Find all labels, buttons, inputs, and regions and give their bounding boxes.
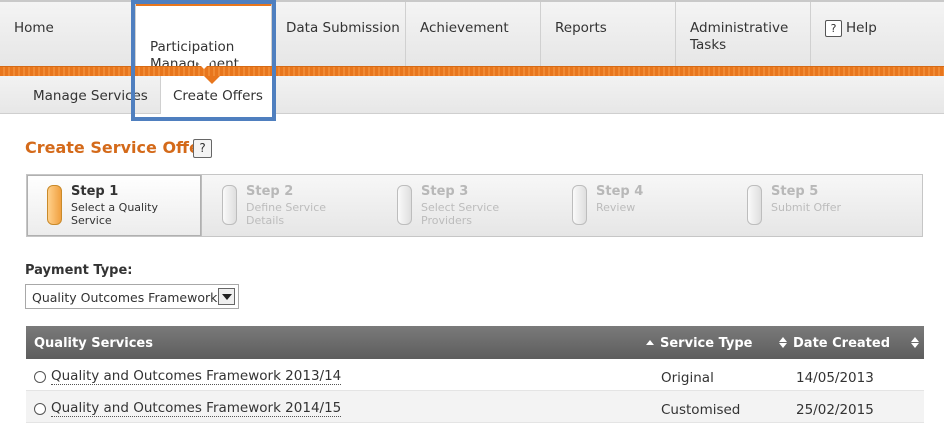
nav-tab-label: Data Submission — [286, 20, 400, 36]
nav-tab-label: Home — [14, 20, 54, 36]
payment-type-label: Payment Type: — [25, 263, 133, 278]
step-title: Step 1 — [71, 184, 119, 199]
service-type-cell: Original — [661, 370, 714, 386]
column-header-label: Date Created — [793, 336, 890, 351]
column-header-service-type[interactable]: Service Type — [646, 336, 753, 351]
nav-tab-achievement[interactable]: Achievement — [406, 2, 541, 68]
step-title: Step 2 — [246, 184, 294, 199]
column-header-date-created[interactable]: Date Created — [779, 336, 890, 351]
service-type-cell: Customised — [661, 402, 741, 418]
step-subtitle: Review — [596, 201, 636, 214]
row-radio-button[interactable] — [34, 403, 46, 415]
service-name-link[interactable]: Quality and Outcomes Framework 2013/14 — [51, 369, 342, 385]
wizard-step-2: Step 2 Define Service Details — [202, 175, 377, 236]
step-indicator-icon — [572, 185, 587, 225]
sort-icon — [911, 337, 919, 348]
step-title: Step 4 — [596, 184, 644, 199]
active-tab-pointer — [195, 60, 213, 69]
step-indicator-icon — [397, 185, 412, 225]
step-subtitle: Submit Offer — [771, 201, 842, 214]
sub-nav: Manage Services Create Offers — [0, 76, 944, 114]
date-created-cell: 14/05/2013 — [796, 370, 874, 386]
wizard-step-4: Step 4 Review — [552, 175, 727, 236]
step-title: Step 5 — [771, 184, 819, 199]
step-subtitle: Define Service Details — [246, 201, 327, 227]
sort-ascending-icon — [646, 340, 654, 345]
nav-accent-bar — [0, 66, 944, 76]
nav-tab-administrative-tasks[interactable]: Administrative Tasks — [676, 2, 811, 68]
step-indicator-icon — [747, 185, 762, 225]
date-created-cell: 25/02/2015 — [796, 402, 874, 418]
column-header-label: Service Type — [660, 336, 753, 351]
nav-tab-data-submission[interactable]: Data Submission — [272, 2, 406, 68]
nav-tab-label: Achievement — [420, 20, 509, 36]
wizard-steps: Step 1 Select a Quality Service Step 2 D… — [26, 174, 923, 237]
chevron-down-icon[interactable] — [218, 288, 235, 305]
wizard-step-5: Step 5 Submit Offer — [727, 175, 902, 236]
nav-tab-reports[interactable]: Reports — [541, 2, 676, 68]
subnav-tab-manage-services[interactable]: Manage Services — [33, 76, 160, 114]
payment-type-select[interactable]: Quality Outcomes Framework — [25, 284, 239, 309]
help-icon: ? — [825, 20, 842, 37]
wizard-step-1[interactable]: Step 1 Select a Quality Service — [27, 175, 202, 236]
table-row[interactable]: Quality and Outcomes Framework 2013/14 O… — [26, 359, 924, 391]
nav-tab-participation-management[interactable]: Participation Management — [136, 2, 272, 72]
sort-icon — [779, 337, 787, 348]
step-subtitle: Select Service Providers — [421, 201, 500, 227]
subnav-tab-label: Create Offers — [173, 88, 263, 104]
quality-services-table: Quality Services Service Type Date Creat… — [26, 326, 924, 423]
step-subtitle: Select a Quality Service — [71, 201, 158, 227]
service-name-link[interactable]: Quality and Outcomes Framework 2014/15 — [51, 401, 342, 417]
wizard-step-3: Step 3 Select Service Providers — [377, 175, 552, 236]
active-tab-pointer-accent — [204, 76, 220, 84]
payment-type-value: Quality Outcomes Framework — [32, 290, 218, 305]
column-header-quality-services: Quality Services — [34, 336, 153, 351]
subnav-tab-label: Manage Services — [33, 88, 148, 104]
nav-tab-label: Reports — [555, 20, 607, 36]
row-radio-button[interactable] — [34, 371, 46, 383]
nav-tab-help[interactable]: ? Help — [811, 2, 944, 68]
help-icon[interactable]: ? — [193, 139, 212, 158]
step-indicator-icon — [222, 185, 237, 225]
table-row[interactable]: Quality and Outcomes Framework 2014/15 C… — [26, 391, 924, 423]
page-title: Create Service Offer — [25, 138, 208, 157]
column-header-label: Quality Services — [34, 336, 153, 351]
step-indicator-icon — [47, 185, 62, 225]
main-nav: Home Participation Management Data Submi… — [0, 0, 944, 72]
nav-tab-home[interactable]: Home — [0, 2, 136, 68]
nav-tab-label: Help — [846, 20, 877, 36]
step-title: Step 3 — [421, 184, 469, 199]
nav-tab-label: Administrative Tasks — [690, 20, 789, 53]
table-header: Quality Services Service Type Date Creat… — [26, 326, 924, 359]
column-header-extra-sort[interactable] — [911, 336, 925, 351]
